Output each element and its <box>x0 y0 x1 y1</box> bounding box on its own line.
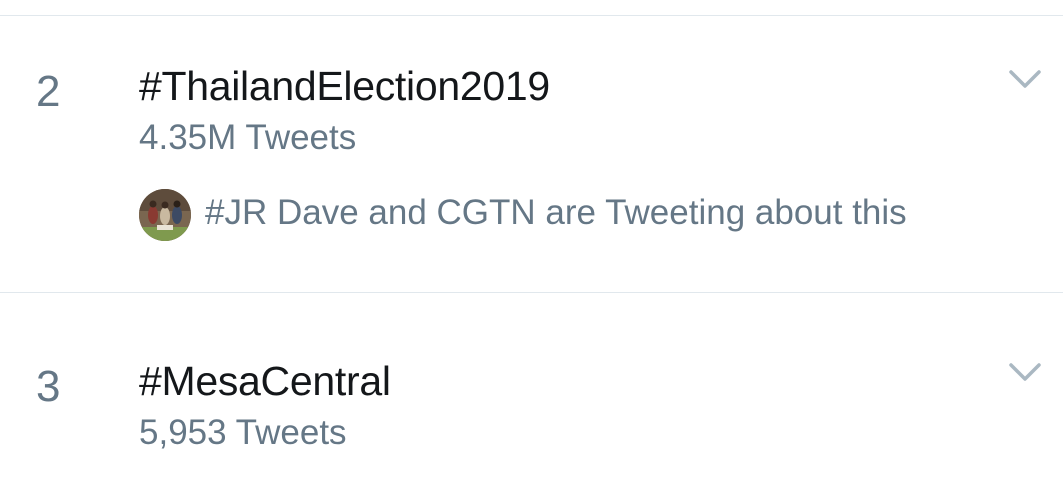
trend-tweet-count: 4.35M Tweets <box>139 118 357 157</box>
trend-tweet-count: 5,953 Tweets <box>139 413 347 452</box>
chevron-down-icon[interactable] <box>1005 359 1045 387</box>
avatar <box>139 189 191 241</box>
trend-rank: 3 <box>36 362 61 411</box>
trend-title[interactable]: #MesaCentral <box>139 361 391 402</box>
trend-context-text: #JR Dave and CGTN are Tweeting about thi… <box>205 193 907 232</box>
trends-list: 2 #ThailandElection2019 4.35M Tweets #JR… <box>0 0 1063 500</box>
trend-item[interactable]: 3 #MesaCentral 5,953 Tweets <box>0 293 1063 500</box>
chevron-down-icon[interactable] <box>1005 66 1045 94</box>
trend-title[interactable]: #ThailandElection2019 <box>139 66 550 107</box>
trend-item[interactable]: 2 #ThailandElection2019 4.35M Tweets #JR… <box>0 16 1063 292</box>
trend-rank: 2 <box>36 67 61 116</box>
